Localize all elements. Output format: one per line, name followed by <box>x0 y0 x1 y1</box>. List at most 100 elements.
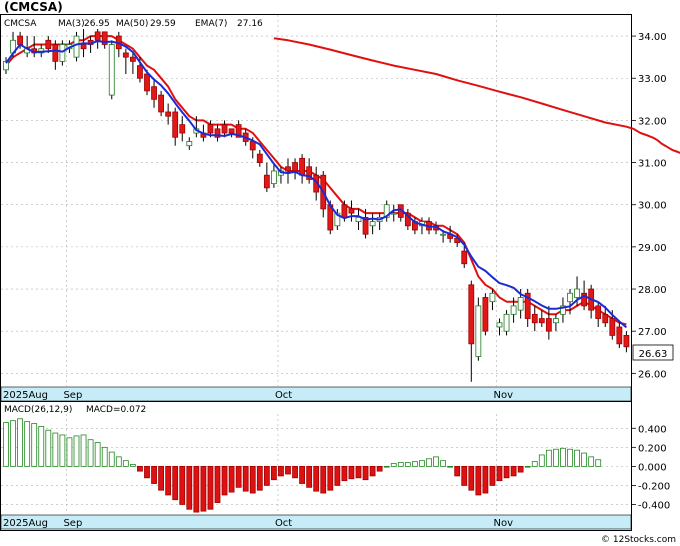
macd-bar <box>482 465 489 494</box>
macd-y-tick-label: -0.400 <box>638 500 670 511</box>
watermark: © 12Stocks.com <box>601 535 676 545</box>
candle-body <box>129 56 136 62</box>
macd-bar <box>447 465 454 468</box>
macd-x-tick-label: Nov <box>494 518 514 529</box>
macd-bar <box>404 462 411 467</box>
macd-bar <box>362 465 369 481</box>
candle-body <box>285 166 291 172</box>
candle-body <box>538 318 545 324</box>
macd-y-tick-label: 0.000 <box>638 462 667 473</box>
candle-body <box>482 297 489 332</box>
macd-bar <box>531 461 538 467</box>
macd-y-tick-label: 0.400 <box>638 424 667 435</box>
macd-bar <box>348 465 355 480</box>
chart-canvas: (CMCSA) 34.00 33.00 32.00 31.00 30.00 29.00 28… <box>0 0 680 545</box>
candle-body <box>108 44 115 96</box>
macd-bar <box>397 462 404 467</box>
macd-bar <box>249 465 256 494</box>
candle <box>482 293 489 336</box>
candle-body <box>461 250 468 265</box>
macd-bar <box>475 465 482 496</box>
macd-bar <box>115 456 122 467</box>
candle-body <box>602 313 609 324</box>
candle-body <box>151 86 157 100</box>
macd-date-axis-band <box>0 514 632 530</box>
macd-bar <box>595 459 602 467</box>
macd-bar <box>524 465 531 468</box>
candle-body <box>574 288 580 298</box>
candle-body <box>496 322 503 328</box>
macd-bar <box>263 465 270 486</box>
macd-bar <box>588 456 595 467</box>
macd-bar <box>538 454 545 467</box>
macd-bar <box>468 465 475 491</box>
candle-body <box>144 73 150 92</box>
candle-body <box>369 221 376 227</box>
macd-bar <box>59 434 66 467</box>
macd-bar <box>207 465 214 510</box>
macd-bar <box>433 456 439 467</box>
macd-bar <box>426 458 432 467</box>
candle-body <box>137 65 143 79</box>
macd-bar <box>228 465 235 493</box>
macd-bar <box>165 465 172 496</box>
price-x-tick-label: Oct <box>275 390 292 401</box>
macd-bar <box>52 432 59 467</box>
macd-bar <box>158 465 165 491</box>
macd-bar <box>454 465 461 477</box>
macd-bar <box>461 465 468 486</box>
macd-bar <box>80 434 87 467</box>
candle-body <box>553 318 559 324</box>
macd-bar <box>510 465 517 477</box>
candle-body <box>221 124 228 134</box>
price-x-tick-label: Sep <box>63 390 82 401</box>
candle-body <box>59 44 66 62</box>
macd-bar <box>369 465 376 477</box>
candle-body <box>390 212 397 215</box>
candle-body <box>263 174 270 189</box>
candle-body <box>165 111 172 117</box>
macd-bar <box>334 465 341 486</box>
macd-bar <box>151 465 157 484</box>
price-y-tick-label: 27.00 <box>638 327 667 338</box>
candle-body <box>348 208 355 214</box>
macd-bar <box>320 465 327 494</box>
macd-bar <box>390 463 397 467</box>
candle-body <box>158 94 165 113</box>
macd-bar <box>66 437 73 467</box>
price-y-tick-label: 34.00 <box>638 32 667 43</box>
candle-body <box>475 305 482 357</box>
candle-body <box>179 124 186 134</box>
macd-bar <box>327 465 334 491</box>
macd-y-tick-label: 0.200 <box>638 443 667 454</box>
candle <box>108 40 115 100</box>
stock-chart: (CMCSA) 34.00 33.00 32.00 31.00 30.00 29.00 28… <box>0 0 680 546</box>
macd-bar <box>137 465 143 472</box>
macd-bar <box>186 465 193 510</box>
legend-ema7-label: EMA(7) <box>195 19 227 29</box>
macd-x-tick-label: Sep <box>63 518 82 529</box>
candle <box>475 297 482 361</box>
macd-bar <box>376 465 383 472</box>
macd-bar <box>172 465 179 501</box>
candle-body <box>510 305 517 315</box>
price-date-axis-band <box>0 386 632 402</box>
macd-bar <box>292 465 298 479</box>
price-y-tick-label: 33.00 <box>638 74 667 85</box>
macd-bar <box>574 449 580 467</box>
price-y-axis: 34.00 33.00 32.00 31.00 30.00 29.00 28.00 27.00… <box>631 32 667 380</box>
macd-title: MACD(26,12,9) <box>4 405 72 415</box>
candle-body <box>623 335 630 348</box>
macd-x-tick-label: Oct <box>275 518 292 529</box>
macd-bar <box>496 465 503 482</box>
price-y-tick-label: 28.00 <box>638 285 667 296</box>
candle-body <box>73 35 80 58</box>
macd-y-tick-label: -0.200 <box>638 481 670 492</box>
price-y-tick-label: 29.00 <box>638 243 667 254</box>
price-y-tick-label: 30.00 <box>638 201 667 212</box>
macd-bar <box>419 460 425 467</box>
last-price-label: 26.63 <box>639 349 668 360</box>
macd-bar <box>10 420 16 467</box>
macd-bar <box>122 460 129 467</box>
candle-body <box>299 157 306 176</box>
